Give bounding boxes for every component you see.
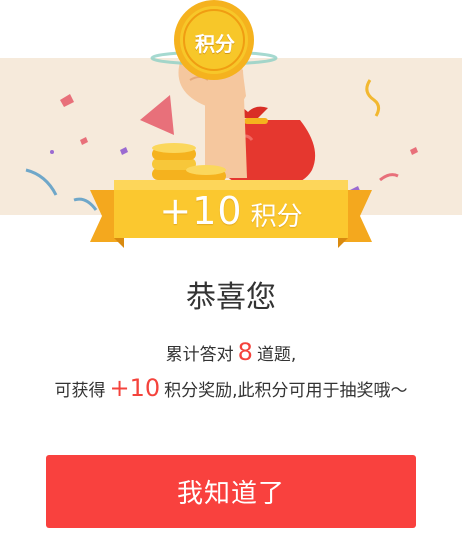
- description-line-2: 可获得 +10 积分奖励,此积分可用于抽奖哦～: [0, 374, 462, 402]
- points-earned: +10: [109, 374, 161, 402]
- dialog-title: 恭喜您: [186, 280, 276, 315]
- line2-prefix: 可获得: [54, 381, 106, 401]
- line1-prefix: 累计答对: [165, 345, 234, 365]
- ribbon-unit: 积分: [250, 201, 303, 232]
- ribbon-amount: +10: [159, 189, 243, 233]
- coin-label: 积分: [195, 32, 235, 56]
- line1-suffix: 道题,: [256, 345, 297, 365]
- correct-count: 8: [237, 338, 253, 366]
- description-line-1: 累计答对 8 道题,: [0, 338, 462, 366]
- got-it-button[interactable]: 我知道了: [46, 455, 416, 528]
- reward-dialog: 积分 +10 积分 恭喜您 累计答对 8 道题, 可获得 +10 积分奖励,此积分可用于…: [0, 0, 462, 556]
- line2-suffix: 积分奖励,此积分可用于抽奖哦～: [164, 381, 408, 401]
- ribbon-points: +10 积分: [116, 185, 346, 237]
